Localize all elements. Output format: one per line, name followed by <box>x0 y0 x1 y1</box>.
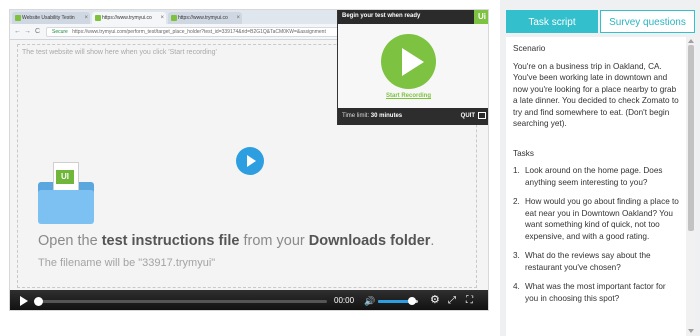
reload-icon[interactable]: C <box>35 28 40 36</box>
current-time: 00:00 <box>334 296 355 305</box>
play-icon[interactable] <box>20 296 28 306</box>
task-item: 1. Look around on the home page. Does any… <box>513 166 663 187</box>
screen: Website Usability Testin × https://www.t… <box>0 0 700 336</box>
scrollbar-thumb[interactable] <box>688 45 694 231</box>
scenario-text: You're on a business trip in Oakland, CA… <box>513 61 679 129</box>
close-icon[interactable]: × <box>236 12 240 24</box>
scroll-up-icon[interactable] <box>688 39 694 43</box>
progress-track[interactable] <box>37 300 327 303</box>
url-text: https://www.trymyui.com/perform_test/tar… <box>72 29 326 35</box>
play-icon <box>247 155 256 167</box>
video-player[interactable]: Website Usability Testin × https://www.t… <box>9 9 489 311</box>
exit-icon <box>478 112 486 119</box>
task-item: 3. What do the reviews say about the rest… <box>513 251 651 272</box>
browser-tab-1[interactable]: Website Usability Testin × <box>12 12 90 24</box>
task-script-content[interactable]: Scenario You're on a business trip in Oa… <box>506 37 695 336</box>
expand-icon[interactable]: ⛶ <box>466 295 473 306</box>
tab-task-script[interactable]: Task script <box>506 10 598 33</box>
forward-arrow-icon[interactable]: → <box>24 28 31 36</box>
quit-button[interactable]: QUIT <box>461 112 486 119</box>
file-badge: UI <box>56 170 74 184</box>
secure-label: Secure <box>52 29 68 35</box>
video-controls-bar: 00:00 🔊 ⚙ ⤢ ⛶ <box>10 290 488 310</box>
fullscreen-icon[interactable]: ⤢ <box>448 295 456 306</box>
start-recording-link[interactable]: Start Recording <box>338 93 479 99</box>
recording-widget: Begin your test when ready Ui Start Reco… <box>337 10 488 125</box>
trymyui-logo: Ui <box>474 10 488 24</box>
recording-widget-body: Start Recording <box>338 24 488 108</box>
favicon-icon <box>15 15 21 21</box>
progress-handle[interactable] <box>34 297 43 306</box>
volume-handle[interactable] <box>408 297 416 305</box>
task-panel: Task script Survey questions Scenario Yo… <box>500 0 700 336</box>
favicon-icon <box>95 15 101 21</box>
recording-widget-footer: Time limit: 30 minutes QUIT <box>338 108 488 125</box>
browser-tab-2[interactable]: https://www.trymyui.co × <box>92 12 166 24</box>
close-icon[interactable]: × <box>160 12 164 24</box>
scenario-heading: Scenario <box>513 44 546 53</box>
filename-text: The filename will be "33917.trymyui" <box>38 257 216 269</box>
time-limit: Time limit: 30 minutes <box>342 113 403 119</box>
gear-icon[interactable]: ⚙ <box>430 295 440 306</box>
browser-tab-3[interactable]: https://www.trymyui.co × <box>168 12 242 24</box>
back-arrow-icon[interactable]: ← <box>14 28 21 36</box>
browser-tab-label: https://www.trymyui.co <box>102 15 152 21</box>
video-play-overlay-button[interactable] <box>236 147 264 175</box>
volume-level <box>378 300 412 303</box>
browser-tab-label: Website Usability Testin <box>22 15 75 21</box>
start-recording-play-button[interactable] <box>381 34 436 89</box>
browser-tab-label: https://www.trymyui.co <box>178 15 228 21</box>
tab-survey-questions[interactable]: Survey questions <box>600 10 695 33</box>
task-item: 4. What was the most important factor for… <box>513 282 666 303</box>
tasks-heading: Tasks <box>513 148 534 158</box>
close-icon[interactable]: × <box>84 12 88 24</box>
placeholder-text: The test website will show here when you… <box>22 49 217 56</box>
favicon-icon <box>171 15 177 21</box>
recording-widget-header: Begin your test when ready Ui <box>338 10 488 24</box>
downloads-folder-icon: UI <box>38 162 94 224</box>
instruction-heading: Open the test instructions file from you… <box>38 233 435 249</box>
volume-icon[interactable]: 🔊 <box>364 296 375 306</box>
recording-title: Begin your test when ready <box>342 13 421 19</box>
play-icon <box>402 48 424 76</box>
url-field[interactable]: Secure https://www.trymyui.com/perform_t… <box>46 27 346 37</box>
scroll-down-icon[interactable] <box>688 329 694 333</box>
task-item: 2. How would you go about finding a place… <box>513 197 679 241</box>
